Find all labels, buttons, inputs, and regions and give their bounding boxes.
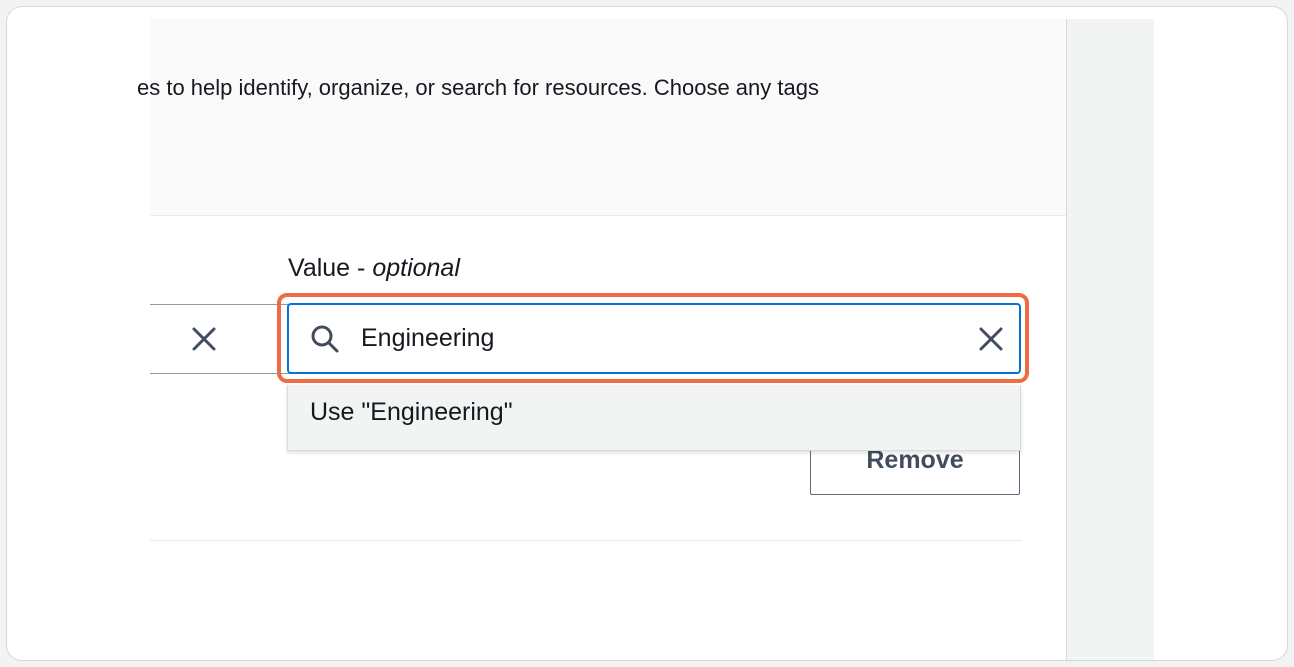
tag-value-field[interactable]	[287, 303, 1021, 374]
close-icon[interactable]	[977, 325, 1005, 353]
optional-label: optional	[372, 254, 460, 282]
value-field-label: Value - optional	[288, 254, 460, 283]
search-icon	[311, 325, 339, 353]
suggestion-dropdown: Use "Engineering"	[287, 385, 1021, 451]
tags-description-section	[150, 19, 1072, 216]
tag-value-input[interactable]	[361, 315, 941, 361]
section-divider	[150, 540, 1022, 541]
screenshot-frame: es to help identify, organize, or search…	[6, 6, 1288, 661]
close-icon[interactable]	[189, 324, 219, 354]
suggestion-option[interactable]: Use "Engineering"	[310, 398, 513, 427]
value-label-text: Value -	[288, 254, 373, 282]
tags-description: es to help identify, organize, or search…	[137, 75, 819, 100]
right-side-panel	[1066, 19, 1154, 660]
